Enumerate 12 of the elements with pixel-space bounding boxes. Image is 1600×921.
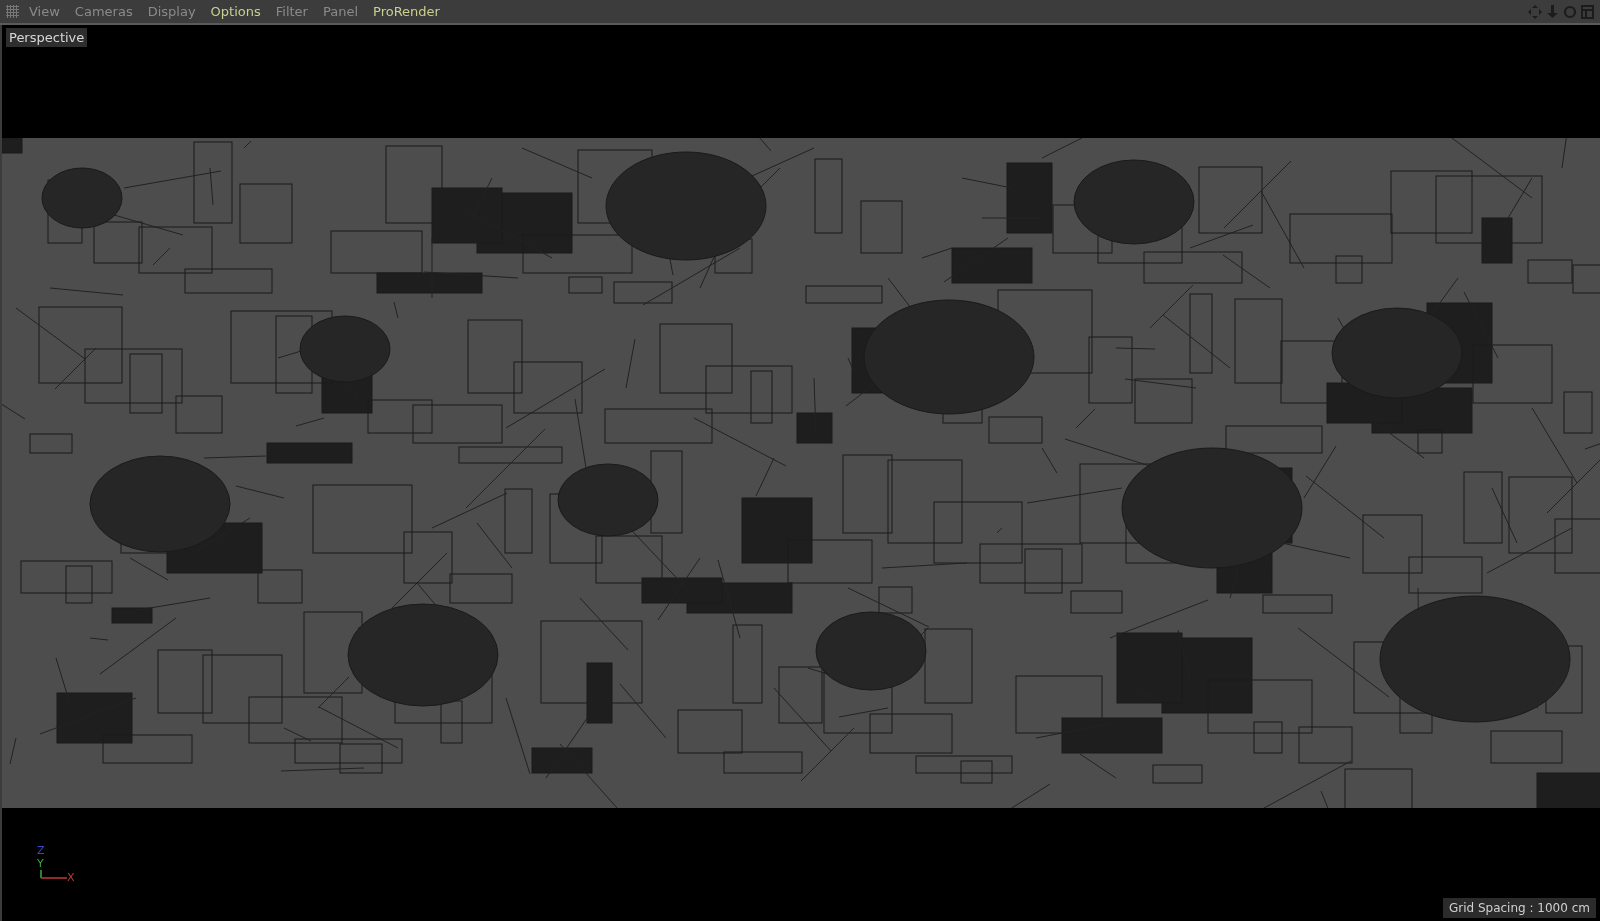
grid-spacing-label: Grid Spacing : 1000 cm [1442,898,1596,918]
menu-item[interactable]: Filter [275,4,308,19]
menu-item[interactable]: Cameras [74,4,133,19]
axis-label: Y [37,858,44,869]
menu-item[interactable]: Display [147,4,196,19]
menu-item[interactable]: View [29,4,60,19]
menu-item[interactable]: Options [210,4,261,19]
axis-label: Z [37,845,45,856]
menu-item[interactable]: ProRender [373,4,440,19]
axis-label: X [67,872,75,883]
menu-item[interactable]: Panel [322,4,359,19]
viewport-camera-label[interactable]: Perspective [6,28,88,47]
